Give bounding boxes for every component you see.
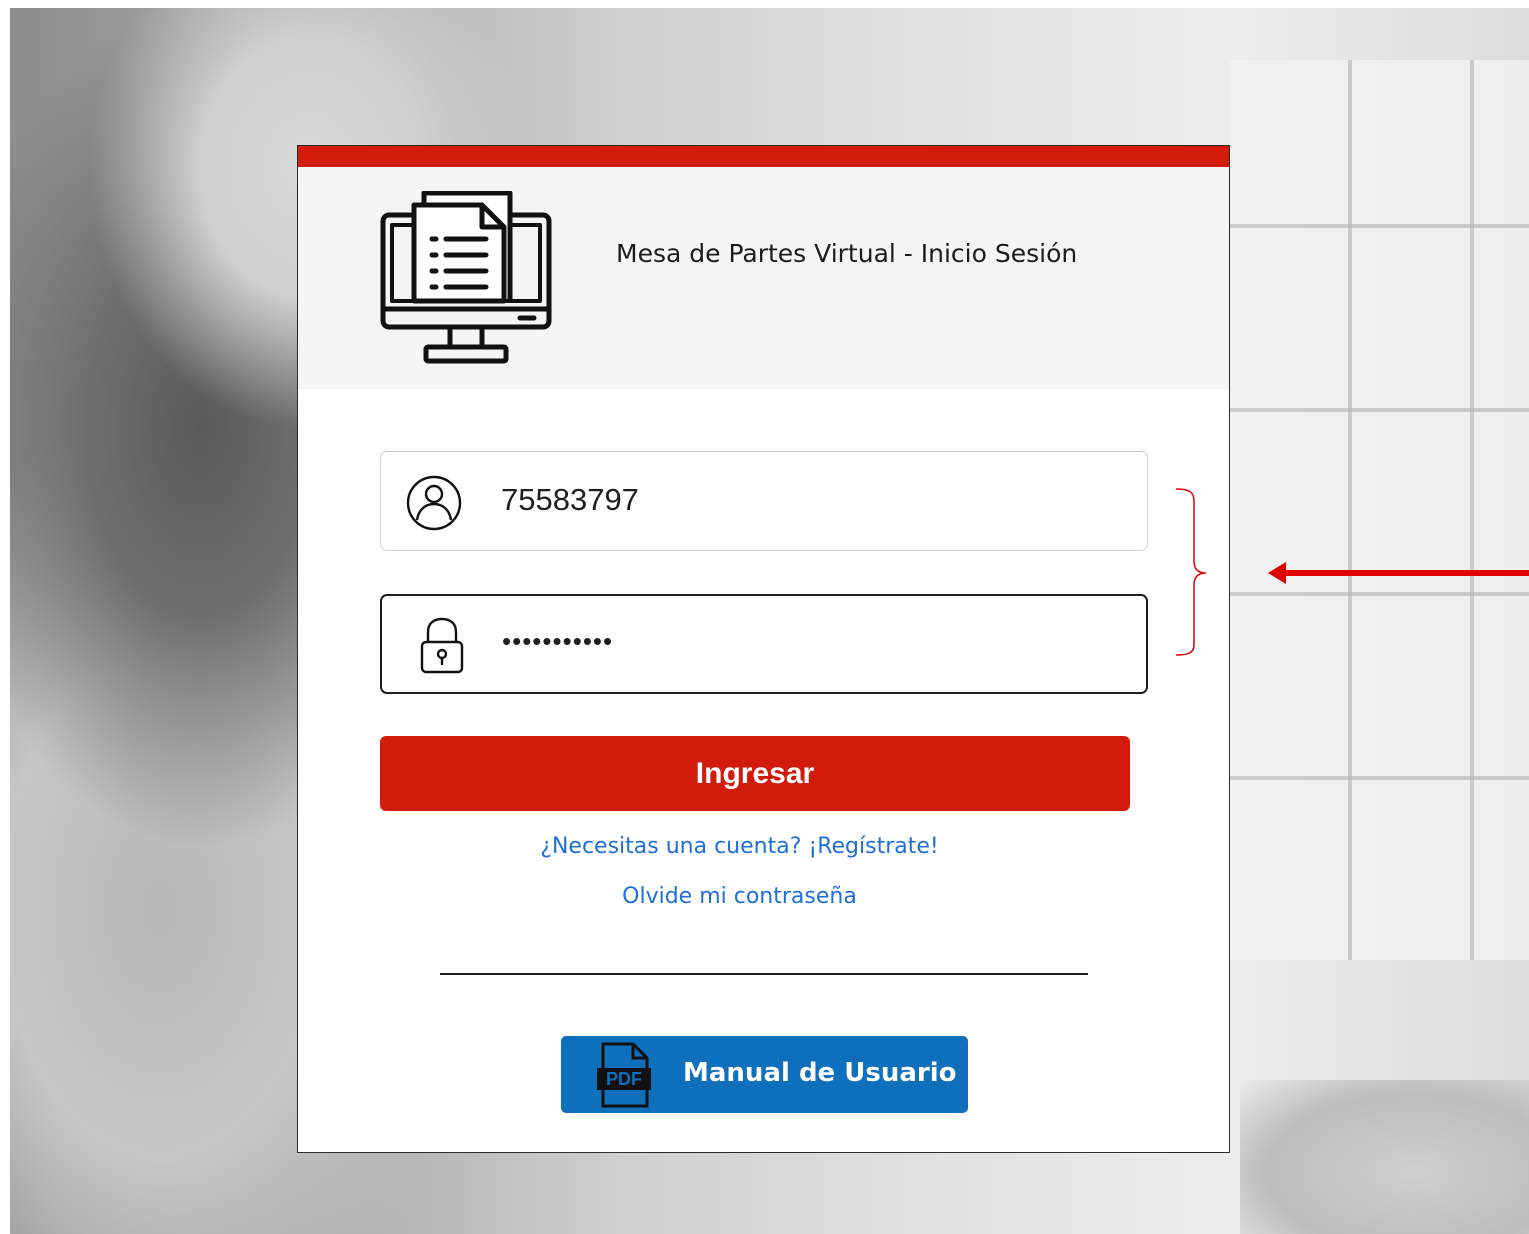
user-icon — [406, 475, 462, 531]
background-hand — [1240, 1080, 1529, 1234]
lock-icon — [420, 617, 464, 674]
card-header: Mesa de Partes Virtual - Inicio Sesión — [298, 167, 1229, 389]
desktop-document-icon — [380, 191, 552, 364]
page: Mesa de Partes Virtual - Inicio Sesión I… — [0, 0, 1529, 1234]
password-input[interactable] — [502, 613, 1102, 669]
login-card: Mesa de Partes Virtual - Inicio Sesión I… — [297, 145, 1230, 1153]
annotation-arrow — [1268, 562, 1529, 584]
register-link[interactable]: ¿Necesitas una cuenta? ¡Regístrate! — [274, 834, 1205, 859]
pdf-icon-text: PDF — [606, 1069, 642, 1089]
login-button[interactable]: Ingresar — [380, 736, 1130, 811]
user-manual-label: Manual de Usuario — [683, 1058, 957, 1088]
divider — [440, 973, 1088, 975]
username-input[interactable] — [501, 472, 1101, 528]
user-manual-button[interactable]: PDF Manual de Usuario — [561, 1036, 968, 1113]
card-top-bar — [298, 146, 1229, 167]
forgot-password-link[interactable]: Olvide mi contraseña — [274, 884, 1205, 909]
pdf-icon: PDF — [597, 1042, 651, 1108]
annotation-bracket — [1175, 488, 1207, 656]
background-board — [1230, 60, 1529, 960]
username-field[interactable] — [380, 451, 1148, 551]
password-field[interactable] — [380, 594, 1148, 694]
page-title: Mesa de Partes Virtual - Inicio Sesión — [616, 239, 1078, 268]
